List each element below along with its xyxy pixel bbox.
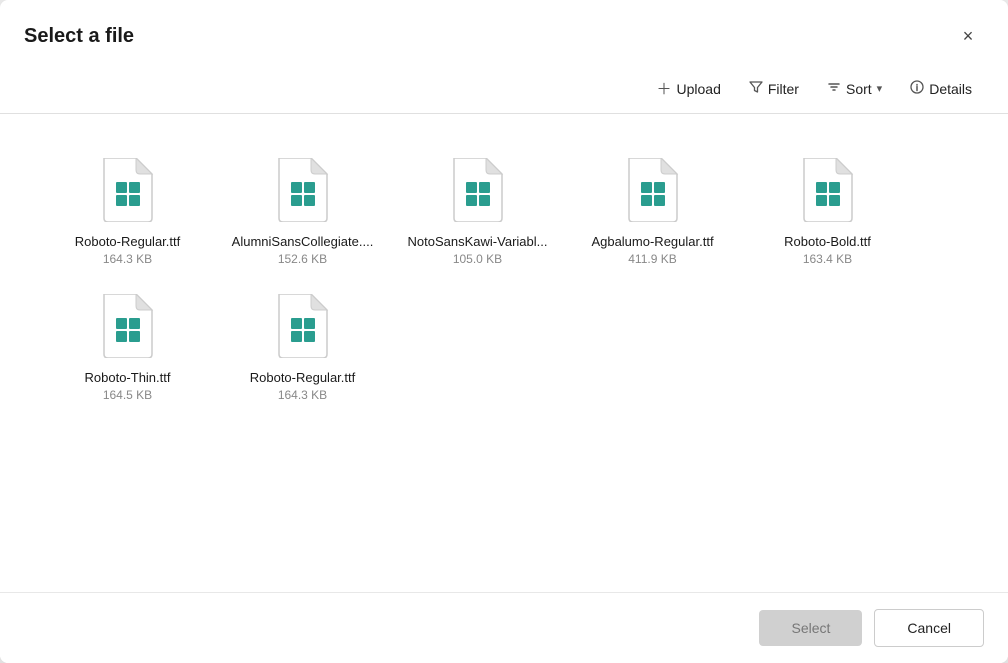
filter-button[interactable]: Filter [737,74,811,104]
file-item[interactable]: Roboto-Regular.ttf 164.3 KB [215,278,390,414]
select-button[interactable]: Select [759,610,862,646]
sort-chevron-icon: ▾ [877,82,883,95]
close-button[interactable]: × [952,20,984,52]
file-size: 411.9 KB [628,252,676,266]
file-item[interactable]: Roboto-Bold.ttf 163.4 KB [740,142,915,278]
file-icon [100,158,156,222]
file-name: Agbalumo-Regular.ttf [591,234,713,249]
files-grid: Roboto-Regular.ttf 164.3 KB AlumniSansCol… [0,114,1008,592]
file-item[interactable]: Agbalumo-Regular.ttf 411.9 KB [565,142,740,278]
file-item[interactable]: AlumniSansCollegiate.... 152.6 KB [215,142,390,278]
file-name: AlumniSansCollegiate.... [232,234,374,249]
file-icon [450,158,506,222]
file-name: Roboto-Bold.ttf [784,234,871,249]
upload-label: Upload [676,81,720,97]
file-name: Roboto-Thin.ttf [85,370,171,385]
file-item[interactable]: Roboto-Regular.ttf 164.3 KB [40,142,215,278]
file-icon [275,294,331,358]
details-button[interactable]: Details [898,74,984,104]
details-label: Details [929,81,972,97]
file-icon [625,158,681,222]
file-size: 164.5 KB [103,388,152,402]
select-file-dialog: Select a file × ＋ Upload Filter Sort ▾ [0,0,1008,663]
file-size: 164.3 KB [278,388,327,402]
upload-icon: ＋ [656,78,671,99]
file-size: 105.0 KB [453,252,502,266]
file-size: 164.3 KB [103,252,152,266]
sort-icon [827,80,841,98]
filter-icon [749,80,763,98]
sort-button[interactable]: Sort ▾ [815,74,894,104]
dialog-title: Select a file [24,25,134,48]
file-item[interactable]: NotoSansKawi-Variabl... 105.0 KB [390,142,565,278]
upload-button[interactable]: ＋ Upload [644,72,732,105]
file-item[interactable]: Roboto-Thin.ttf 164.5 KB [40,278,215,414]
dialog-header: Select a file × [0,0,1008,64]
file-name: Roboto-Regular.ttf [250,370,356,385]
file-name: NotoSansKawi-Variabl... [408,234,548,249]
file-name: Roboto-Regular.ttf [75,234,181,249]
toolbar: ＋ Upload Filter Sort ▾ [0,64,1008,114]
dialog-footer: Select Cancel [0,592,1008,663]
file-size: 152.6 KB [278,252,327,266]
details-icon [910,80,924,98]
sort-label: Sort [846,81,872,97]
file-icon [100,294,156,358]
cancel-button[interactable]: Cancel [874,609,984,647]
file-icon [800,158,856,222]
file-size: 163.4 KB [803,252,852,266]
filter-label: Filter [768,81,799,97]
file-icon [275,158,331,222]
